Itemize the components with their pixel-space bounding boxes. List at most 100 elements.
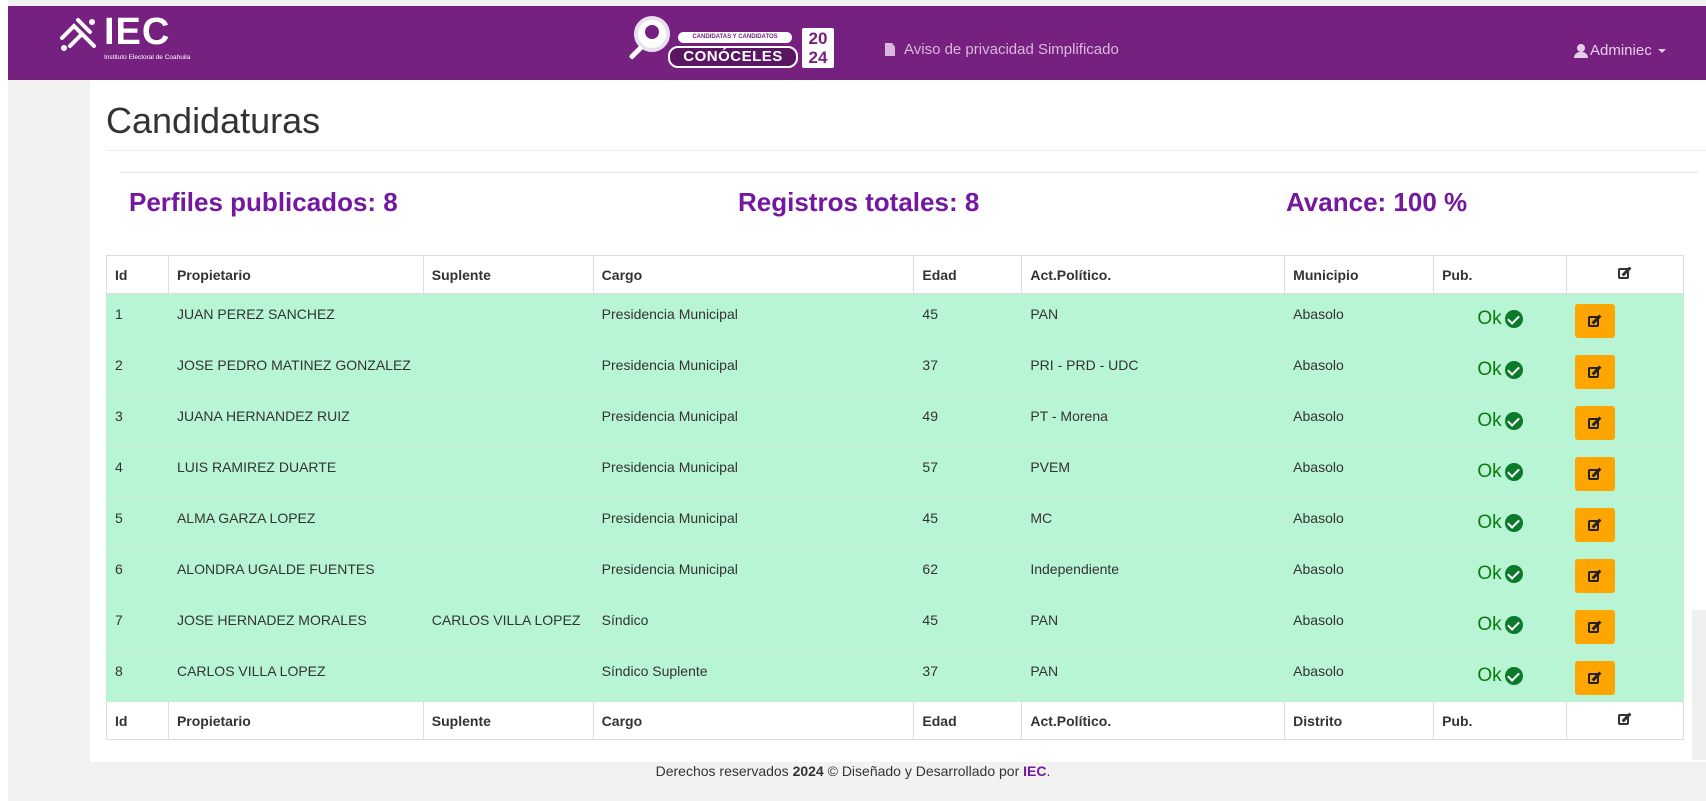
cell-act-politico: PRI - PRD - UDC bbox=[1021, 344, 1286, 396]
cell-pub: Ok bbox=[1433, 395, 1568, 447]
column-header-cargo[interactable]: Cargo bbox=[592, 255, 915, 294]
published-status: Ok bbox=[1477, 359, 1523, 381]
cell-act-politico: MC bbox=[1021, 497, 1286, 549]
check-circle-icon bbox=[1504, 463, 1523, 481]
edit-button[interactable] bbox=[1575, 508, 1616, 542]
cell-cargo: Presidencia Municipal bbox=[592, 548, 915, 600]
column-header-propietario[interactable]: Propietario bbox=[167, 255, 424, 294]
cell-municipio: Abasolo bbox=[1284, 548, 1435, 600]
published-profiles-stat: Perfiles publicados: 8 bbox=[129, 187, 398, 217]
check-circle-icon bbox=[1504, 361, 1523, 379]
cell-suplente bbox=[422, 497, 594, 549]
footer-header-distrito: Distrito bbox=[1284, 701, 1435, 740]
published-status: Ok bbox=[1477, 410, 1523, 432]
edit-button[interactable] bbox=[1575, 661, 1616, 695]
cell-id: 4 bbox=[106, 446, 169, 498]
privacy-notice-link[interactable]: Aviso de privacidad Simplificado bbox=[885, 41, 1119, 58]
user-menu[interactable]: Adminiec bbox=[1574, 42, 1666, 59]
cell-municipio: Abasolo bbox=[1284, 344, 1435, 396]
footer-header-propietario: Propietario bbox=[167, 701, 424, 740]
scrollbar-track[interactable] bbox=[1692, 610, 1706, 760]
cell-propietario: JOSE PEDRO MATINEZ GONZALEZ bbox=[167, 344, 424, 396]
cell-id: 7 bbox=[106, 599, 169, 651]
conoceles-brand[interactable]: CANDIDATAS Y CANDIDATOS CONÓCELES 20 24 bbox=[626, 10, 836, 72]
cell-cargo: Presidencia Municipal bbox=[592, 293, 915, 345]
table-row: 2 JOSE PEDRO MATINEZ GONZALEZ Presidencia … bbox=[106, 344, 1684, 396]
cell-pub: Ok bbox=[1433, 650, 1568, 702]
cell-suplente bbox=[422, 650, 594, 702]
cell-municipio: Abasolo bbox=[1284, 599, 1435, 651]
cell-edit bbox=[1566, 599, 1684, 651]
brand-name: CONÓCELES bbox=[668, 46, 798, 68]
column-header-id[interactable]: Id bbox=[106, 255, 169, 294]
check-circle-icon bbox=[1504, 310, 1523, 328]
cell-propietario: ALONDRA UGALDE FUENTES bbox=[167, 548, 424, 600]
cell-propietario: LUIS RAMIREZ DUARTE bbox=[167, 446, 424, 498]
cell-pub: Ok bbox=[1433, 548, 1568, 600]
cell-edad: 62 bbox=[913, 548, 1023, 600]
cell-edit bbox=[1566, 650, 1684, 702]
footer-header-edad: Edad bbox=[913, 701, 1023, 740]
cell-id: 3 bbox=[106, 395, 169, 447]
footer-header-act-politico: Act.Político. bbox=[1021, 701, 1286, 740]
cell-cargo: Presidencia Municipal bbox=[592, 446, 915, 498]
table-row: 6 ALONDRA UGALDE FUENTES Presidencia Munic… bbox=[106, 548, 1684, 600]
cell-cargo: Presidencia Municipal bbox=[592, 497, 915, 549]
cell-cargo: Síndico bbox=[592, 599, 915, 651]
table-footer-row: Id Propietario Suplente Cargo Edad Act.P… bbox=[106, 701, 1684, 740]
top-navbar: IEC Instituto Electoral de Coahuila CAND… bbox=[8, 6, 1706, 80]
column-header-act-politico[interactable]: Act.Político. bbox=[1021, 255, 1286, 294]
cell-edit bbox=[1566, 446, 1684, 498]
edit-button[interactable] bbox=[1575, 610, 1616, 644]
cell-id: 6 bbox=[106, 548, 169, 600]
cell-act-politico: Independiente bbox=[1021, 548, 1286, 600]
column-header-municipio[interactable]: Municipio bbox=[1284, 255, 1435, 294]
edit-icon bbox=[1618, 712, 1632, 726]
edit-button[interactable] bbox=[1575, 457, 1616, 491]
cell-propietario: JUANA HERNANDEZ RUIZ bbox=[167, 395, 424, 447]
page-title: Candidaturas bbox=[106, 100, 321, 141]
edit-button[interactable] bbox=[1575, 406, 1616, 440]
column-header-edad[interactable]: Edad bbox=[913, 255, 1023, 294]
cell-edit bbox=[1566, 395, 1684, 447]
published-status: Ok bbox=[1477, 512, 1523, 534]
cell-suplente bbox=[422, 446, 594, 498]
column-header-pub[interactable]: Pub. bbox=[1433, 255, 1568, 294]
cell-act-politico: PVEM bbox=[1021, 446, 1286, 498]
footer-header-pub: Pub. bbox=[1433, 701, 1568, 740]
cell-id: 8 bbox=[106, 650, 169, 702]
divider bbox=[106, 150, 1706, 151]
cell-edad: 49 bbox=[913, 395, 1023, 447]
cell-cargo: Presidencia Municipal bbox=[592, 344, 915, 396]
cell-municipio: Abasolo bbox=[1284, 446, 1435, 498]
cell-municipio: Abasolo bbox=[1284, 650, 1435, 702]
cell-act-politico: PAN bbox=[1021, 293, 1286, 345]
footer-header-id: Id bbox=[106, 701, 169, 740]
iec-emblem-icon bbox=[60, 18, 96, 51]
column-header-edit bbox=[1566, 255, 1684, 294]
edit-button[interactable] bbox=[1575, 355, 1616, 389]
cell-suplente bbox=[422, 395, 594, 447]
column-header-suplente[interactable]: Suplente bbox=[422, 255, 594, 294]
candidates-table: Id Propietario Suplente Cargo Edad Act.P… bbox=[106, 255, 1684, 740]
check-circle-icon bbox=[1504, 616, 1523, 634]
edit-button[interactable] bbox=[1575, 304, 1616, 338]
cell-suplente bbox=[422, 344, 594, 396]
iec-footer-link[interactable]: IEC bbox=[1023, 763, 1046, 779]
cell-municipio: Abasolo bbox=[1284, 395, 1435, 447]
edit-button[interactable] bbox=[1575, 559, 1616, 593]
cell-id: 1 bbox=[106, 293, 169, 345]
table-header-row: Id Propietario Suplente Cargo Edad Act.P… bbox=[106, 255, 1684, 294]
check-circle-icon bbox=[1504, 514, 1523, 532]
privacy-notice-label: Aviso de privacidad Simplificado bbox=[904, 41, 1119, 58]
cell-cargo: Presidencia Municipal bbox=[592, 395, 915, 447]
cell-propietario: JOSE HERNADEZ MORALES bbox=[167, 599, 424, 651]
footer-header-edit bbox=[1566, 701, 1684, 740]
cell-edad: 45 bbox=[913, 293, 1023, 345]
table-row: 7 JOSE HERNADEZ MORALES CARLOS VILLA LOPEZ… bbox=[106, 599, 1684, 651]
published-status: Ok bbox=[1477, 308, 1523, 330]
cell-propietario: CARLOS VILLA LOPEZ bbox=[167, 650, 424, 702]
logo-wordmark: IEC bbox=[104, 11, 171, 53]
document-icon bbox=[885, 43, 895, 56]
iec-logo[interactable]: IEC Instituto Electoral de Coahuila bbox=[56, 12, 226, 70]
